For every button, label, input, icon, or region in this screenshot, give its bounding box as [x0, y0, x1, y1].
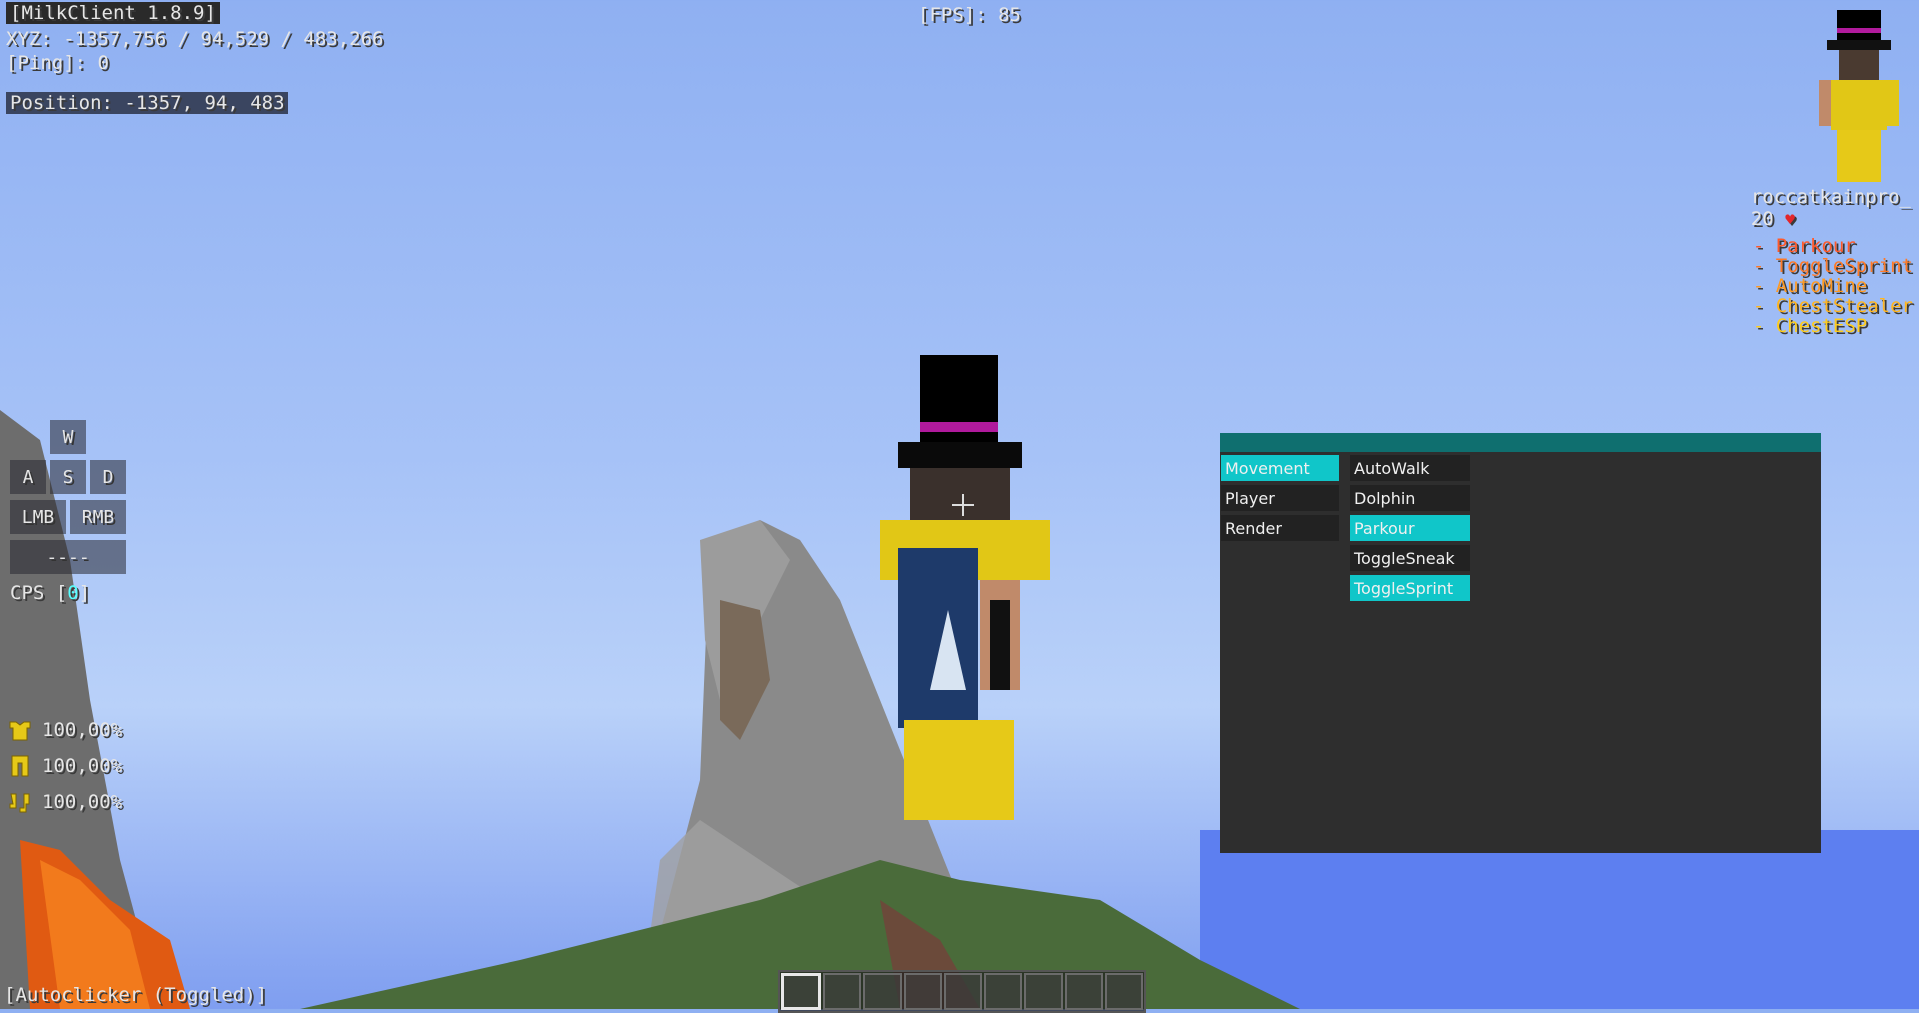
enabled-module: - ChestStealer: [1752, 295, 1913, 317]
module-togglesprint[interactable]: ToggleSprint: [1350, 575, 1470, 601]
cps-counter: CPS [0]: [10, 582, 90, 604]
armor-chestplate-row: 100,00%: [8, 718, 122, 742]
client-title: [MilkClient 1.8.9]: [6, 2, 220, 24]
click-gui-panel: Movement Player Render AutoWalk Dolphin …: [1220, 433, 1821, 853]
cps-end: ]: [78, 582, 91, 604]
fps-counter: [FPS]: 85: [918, 4, 1021, 26]
player-nametag: roccatkainpro_ 20 ♥: [1751, 186, 1911, 230]
key-w: W: [50, 420, 86, 454]
module-autowalk[interactable]: AutoWalk: [1350, 455, 1470, 481]
player-health: 20: [1750, 208, 1774, 230]
category-player[interactable]: Player: [1221, 485, 1339, 511]
boots-durability: 100,00%: [42, 791, 123, 813]
enabled-module: - Parkour: [1752, 235, 1856, 257]
hotbar-slot[interactable]: [1064, 973, 1103, 1010]
heart-icon: ♥: [1785, 210, 1795, 229]
category-movement[interactable]: Movement: [1221, 455, 1339, 481]
key-space: ----: [10, 540, 126, 574]
hotbar-slot[interactable]: [943, 973, 983, 1010]
armor-leggings-row: 100,00%: [8, 754, 122, 778]
enabled-module: - AutoMine: [1752, 275, 1868, 297]
key-s: S: [50, 460, 86, 494]
enabled-module: - ToggleSprint: [1752, 255, 1913, 277]
chestplate-icon: [9, 721, 31, 741]
autoclicker-status: [Autoclicker (Toggled)]: [4, 984, 268, 1006]
hotbar-slot[interactable]: [781, 973, 822, 1010]
boots-icon: [9, 793, 30, 813]
ping-readout: [Ping]: 0: [6, 52, 109, 74]
leggings-durability: 100,00%: [42, 755, 123, 777]
hotbar-slot[interactable]: [984, 973, 1023, 1010]
coordinates-readout: XYZ: -1357,756 / 94,529 / 483,266: [6, 28, 384, 50]
key-rmb: RMB: [70, 500, 126, 534]
key-a: A: [10, 460, 46, 494]
crosshair-icon: [952, 494, 974, 516]
player-name: roccatkainpro_: [1750, 186, 1911, 208]
key-lmb: LMB: [10, 500, 66, 534]
hotbar-slot[interactable]: [1024, 973, 1063, 1010]
armor-boots-row: 100,00%: [8, 790, 122, 814]
enabled-module: - ChestESP: [1752, 315, 1868, 337]
cps-label: CPS [: [10, 582, 68, 604]
hotbar-slot[interactable]: [823, 973, 862, 1010]
enabled-modules-list: - Parkour - ToggleSprint - AutoMine - Ch…: [1753, 236, 1913, 336]
module-dolphin[interactable]: Dolphin: [1350, 485, 1470, 511]
key-d: D: [90, 460, 126, 494]
hotbar-slot[interactable]: [903, 973, 942, 1010]
hotbar-slot[interactable]: [1104, 973, 1143, 1010]
module-parkour[interactable]: Parkour: [1350, 515, 1470, 541]
module-togglesneak[interactable]: ToggleSneak: [1350, 545, 1470, 571]
hotbar-slot[interactable]: [863, 973, 902, 1010]
position-readout: Position: -1357, 94, 483: [6, 92, 288, 114]
leggings-icon: [11, 755, 29, 777]
chestplate-durability: 100,00%: [42, 719, 123, 741]
click-gui-titlebar[interactable]: [1220, 433, 1821, 452]
category-render[interactable]: Render: [1221, 515, 1339, 541]
cps-value: 0: [67, 582, 79, 604]
hotbar: [778, 970, 1146, 1013]
player-preview-avatar: [1819, 10, 1899, 182]
